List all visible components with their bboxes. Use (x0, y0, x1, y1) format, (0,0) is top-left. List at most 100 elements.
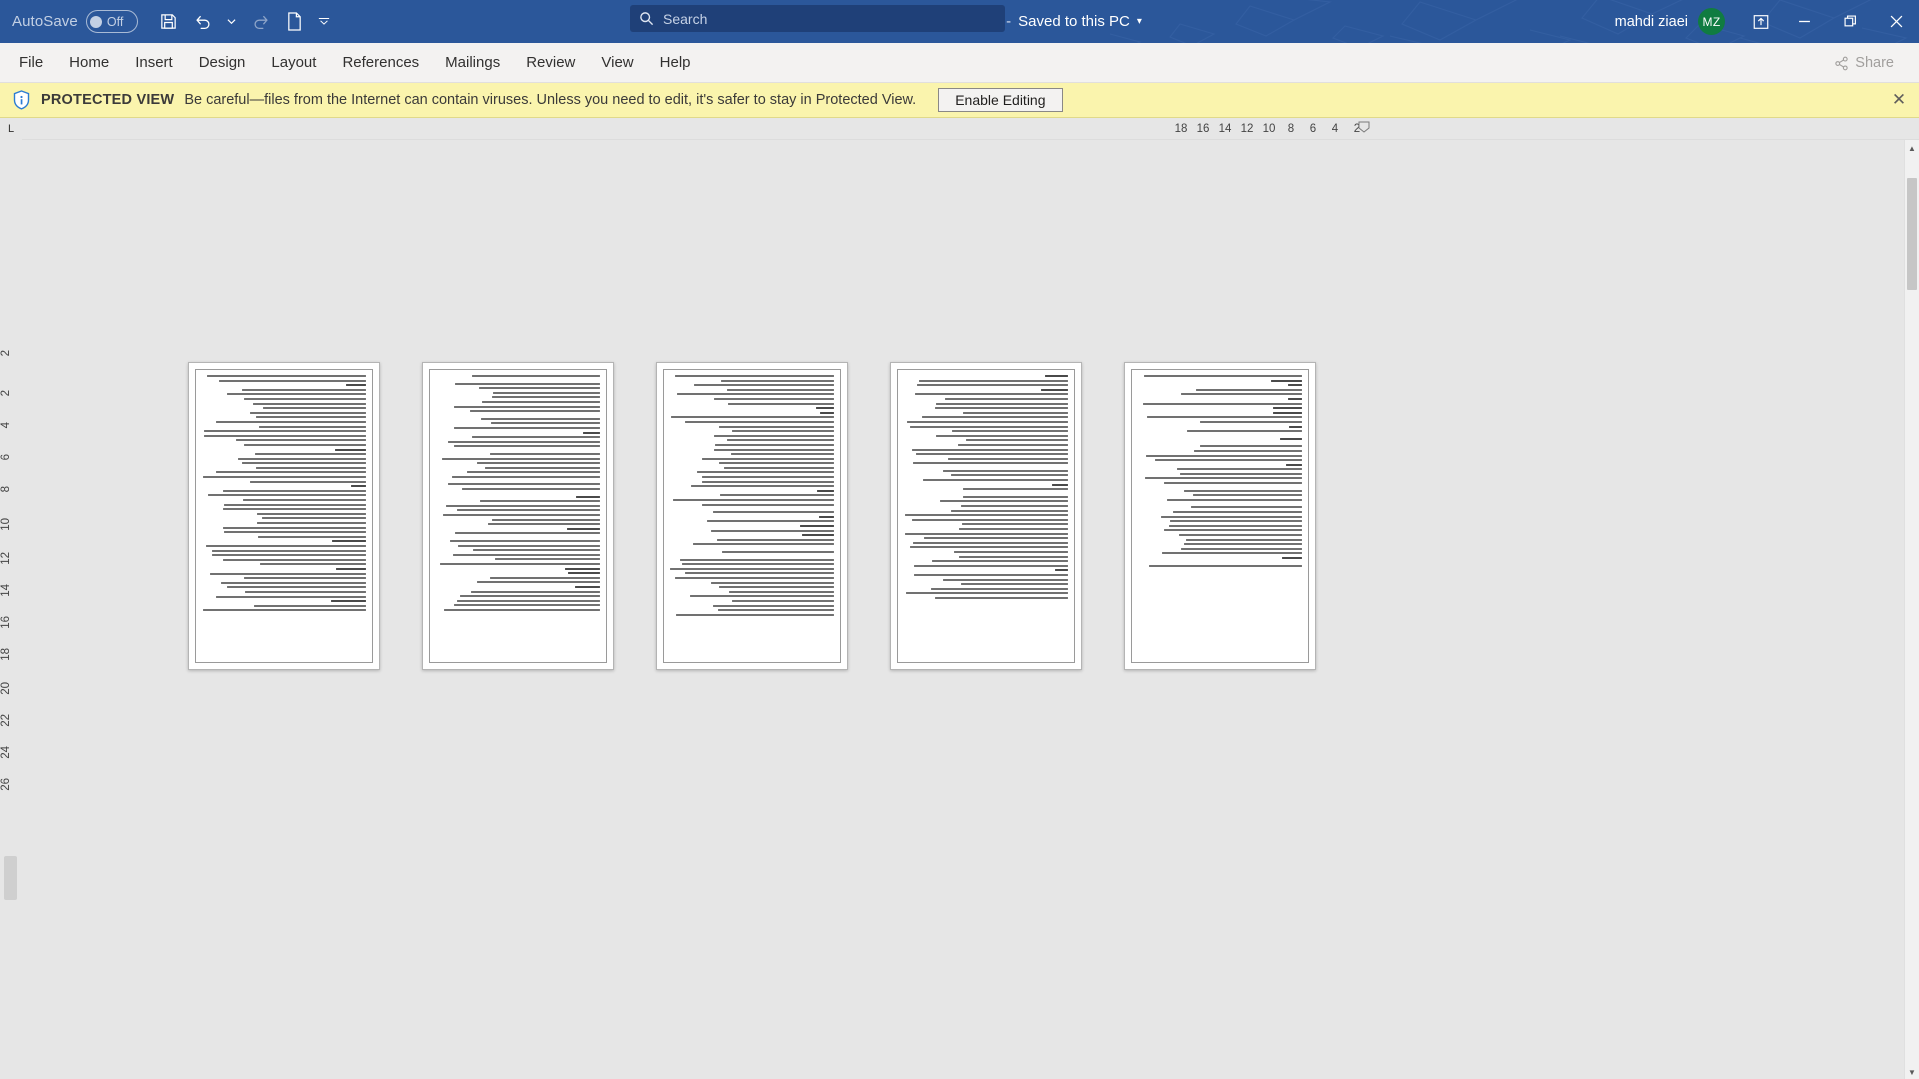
page-text-line (959, 555, 1068, 558)
page-text-line (682, 563, 834, 566)
vertical-scrollbar-thumb[interactable] (1907, 178, 1917, 290)
page-text-line (1185, 538, 1302, 541)
page-text-line (1144, 477, 1302, 480)
page-text-line (1041, 388, 1068, 391)
horizontal-ruler[interactable]: 2 4 6 8 10 12 14 16 18 (1170, 120, 1368, 138)
tab-references[interactable]: References (329, 47, 432, 78)
vertical-ruler[interactable]: 2 2 4 6 8 10 12 14 16 18 20 22 24 26 (0, 140, 22, 1079)
page-text-line (203, 430, 366, 433)
page-text-line (460, 595, 600, 598)
tab-help[interactable]: Help (647, 47, 704, 78)
save-state-label[interactable]: Saved to this PC (1018, 13, 1130, 30)
undo-icon[interactable] (186, 5, 220, 39)
page-text-line (224, 531, 366, 534)
tab-home[interactable]: Home (56, 47, 122, 78)
page-text-line (202, 609, 366, 612)
page-text-line (914, 573, 1068, 576)
avatar[interactable]: MZ (1698, 8, 1725, 35)
search-input[interactable] (663, 10, 996, 27)
minimize-icon[interactable] (1781, 0, 1827, 43)
customize-quick-access-toolbar-icon[interactable] (312, 5, 336, 39)
document-workspace[interactable]: 2 2 4 6 8 10 12 14 16 18 20 22 24 26 ▲ ▼ (0, 140, 1919, 1079)
page-text-line (245, 590, 366, 593)
page-text-line (453, 553, 600, 556)
page-text-line (470, 590, 600, 593)
page-text-line (923, 537, 1068, 540)
page-text-line (351, 485, 366, 488)
redo-icon[interactable] (244, 5, 278, 39)
page-text-line (685, 420, 834, 423)
page-text-line (912, 448, 1068, 451)
page-text-line (212, 549, 366, 552)
page-text-line (249, 480, 366, 483)
tab-stop-selector[interactable]: L (0, 118, 22, 140)
page-text-line (676, 613, 834, 616)
page-text-line (219, 379, 366, 382)
page-text-line (331, 540, 366, 543)
account-name[interactable]: mahdi ziaei (1615, 14, 1688, 30)
page-text-line (819, 411, 834, 414)
indent-marker-icon[interactable] (1358, 120, 1370, 138)
page-text-line (454, 604, 600, 607)
page-text-line (582, 431, 600, 434)
page-text-line (720, 494, 834, 497)
tab-mailings[interactable]: Mailings (432, 47, 513, 78)
page-text-line (1271, 379, 1302, 382)
ribbon-display-options-icon[interactable] (1741, 0, 1781, 43)
document-page[interactable] (656, 362, 848, 670)
restore-icon[interactable] (1827, 0, 1873, 43)
titlebar-right-group: mahdi ziaei MZ (1615, 0, 1919, 43)
new-document-icon[interactable] (278, 5, 312, 39)
page-text-line (1193, 494, 1302, 497)
page-text-line (203, 476, 366, 479)
page-text-line (223, 558, 366, 561)
document-page[interactable] (188, 362, 380, 670)
page-text-line (204, 434, 366, 437)
page-text-line (693, 543, 834, 546)
tab-view[interactable]: View (588, 47, 646, 78)
page-text-line (1287, 384, 1302, 387)
search-box[interactable] (630, 5, 1005, 32)
close-icon[interactable]: ✕ (1889, 90, 1909, 110)
autosave-label: AutoSave (12, 13, 78, 30)
page-text-line (952, 430, 1068, 433)
tab-file[interactable]: File (6, 47, 56, 78)
undo-dropdown-icon[interactable] (220, 5, 244, 39)
page-text-line (236, 439, 366, 442)
page-text-line (259, 563, 366, 566)
page-text-line (457, 599, 600, 602)
page-text-line (472, 375, 600, 377)
document-menu-chevron-icon[interactable]: ▾ (1137, 16, 1142, 27)
page-text-line (707, 520, 834, 523)
tab-insert[interactable]: Insert (122, 47, 186, 78)
tab-review[interactable]: Review (513, 47, 588, 78)
page-text-line (905, 532, 1068, 535)
autosave-toggle[interactable]: Off (85, 10, 138, 33)
document-page[interactable] (890, 362, 1082, 670)
page-text-line (576, 495, 600, 498)
share-button[interactable]: Share (1821, 49, 1907, 77)
vruler-mark: 20 (0, 682, 12, 695)
tab-design[interactable]: Design (186, 47, 259, 78)
tab-layout[interactable]: Layout (258, 47, 329, 78)
scroll-up-icon[interactable]: ▲ (1905, 140, 1919, 156)
page-text-line (1195, 388, 1302, 391)
document-page[interactable] (1124, 362, 1316, 670)
page-text-line (1178, 534, 1302, 536)
enable-editing-button[interactable]: Enable Editing (938, 88, 1063, 112)
page-text-line (951, 509, 1068, 512)
page-text-line (453, 405, 600, 408)
ruler-mark: 8 (1287, 123, 1295, 135)
vertical-scrollbar[interactable]: ▲ ▼ (1904, 140, 1919, 1079)
page-text-line (448, 483, 600, 486)
page-text-line (728, 402, 834, 405)
save-icon[interactable] (152, 5, 186, 39)
vertical-ruler-scroll-thumb[interactable] (4, 856, 17, 900)
scroll-down-icon[interactable]: ▼ (1905, 1064, 1919, 1079)
vruler-mark: 12 (0, 552, 12, 565)
document-page[interactable] (422, 362, 614, 670)
page-text-line (477, 581, 600, 584)
page-text-line (478, 387, 600, 390)
page-text-line (484, 466, 600, 469)
close-icon[interactable] (1873, 0, 1919, 43)
